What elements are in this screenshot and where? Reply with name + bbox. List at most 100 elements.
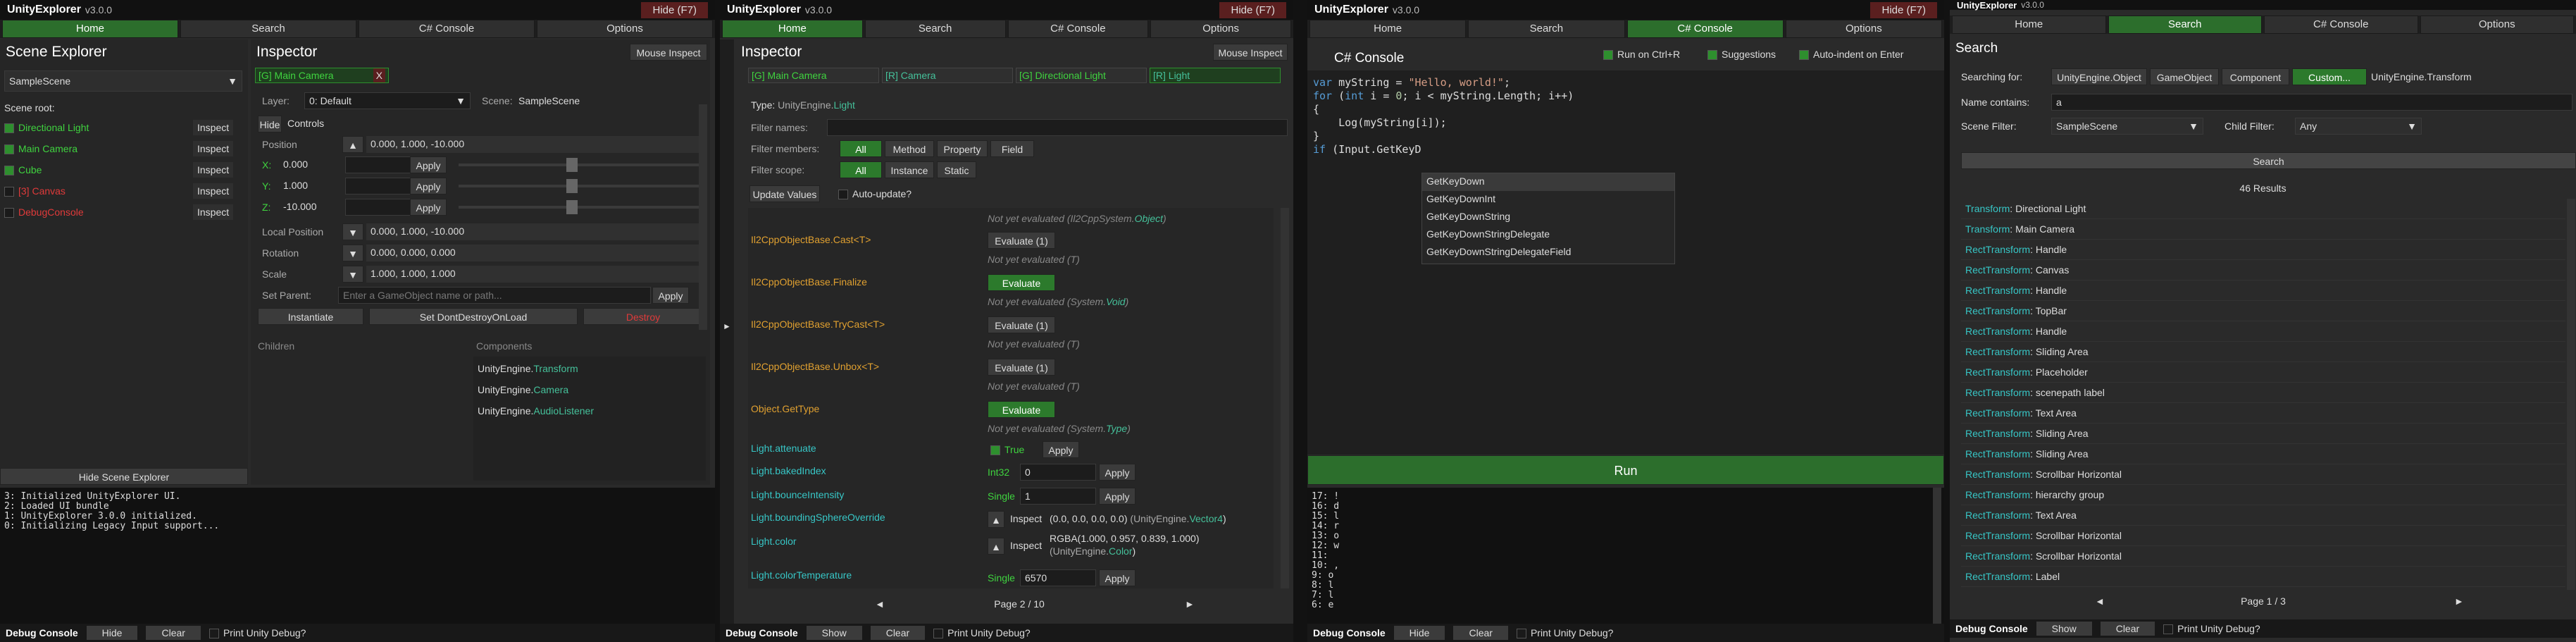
object-name[interactable]: DebugConsole: [18, 206, 84, 218]
tab-options[interactable]: Options: [2420, 16, 2574, 34]
list-item[interactable]: Directional Light Inspect: [4, 120, 244, 138]
tab-options[interactable]: Options: [537, 20, 713, 38]
apply-temp-button[interactable]: Apply: [1099, 569, 1135, 586]
member-property-button[interactable]: Property: [937, 140, 988, 157]
inspector-tab-active[interactable]: [R] Light: [1150, 68, 1281, 83]
y-slider-handle[interactable]: [566, 179, 578, 193]
active-checkbox[interactable]: [4, 166, 14, 176]
suggestion-item[interactable]: GetKeyDownStringDelegate: [1422, 226, 1674, 244]
tab-home[interactable]: Home: [2, 20, 178, 38]
custom-type-input[interactable]: UnityEngine.Transform: [2371, 69, 2472, 85]
tab-search[interactable]: Search: [2108, 16, 2262, 34]
hide-console-button[interactable]: Hide: [86, 626, 138, 640]
expand-scale-button[interactable]: ▼: [342, 266, 363, 283]
expand-scene-explorer-button[interactable]: ►: [720, 39, 734, 624]
expand-rotation-button[interactable]: ▼: [342, 245, 363, 261]
evaluate-cast-button[interactable]: Evaluate (1): [988, 232, 1055, 249]
print-unity-toggle[interactable]: Print Unity Debug?: [2163, 623, 2260, 635]
expand-position-button[interactable]: ▲: [342, 136, 363, 153]
y-slider[interactable]: [459, 185, 702, 187]
bounce-input[interactable]: 1: [1020, 488, 1096, 505]
apply-bounce-button[interactable]: Apply: [1099, 488, 1135, 505]
apply-z-button[interactable]: Apply: [410, 199, 447, 216]
attenuate-toggle[interactable]: True: [990, 442, 1024, 457]
scene-filter-dropdown[interactable]: SampleScene ▼: [2051, 118, 2203, 135]
prev-page-button[interactable]: ◄: [2095, 593, 2105, 609]
checkbox[interactable]: [838, 190, 848, 200]
object-name[interactable]: Cube: [18, 164, 42, 175]
hide-button[interactable]: Hide (F7): [1219, 1, 1286, 18]
inspect-button[interactable]: Inspect: [193, 162, 234, 178]
active-checkbox[interactable]: [4, 208, 14, 218]
tab-console[interactable]: C# Console: [359, 20, 535, 38]
name-input[interactable]: a: [2051, 94, 2572, 111]
checkbox[interactable]: [1799, 50, 1809, 61]
inspect-bounding-button[interactable]: Inspect: [1010, 511, 1042, 526]
print-unity-toggle[interactable]: Print Unity Debug?: [209, 627, 306, 639]
list-item[interactable]: RectTransform: Sliding Area: [1961, 424, 2565, 444]
auto-indent-toggle[interactable]: Auto-indent on Enter: [1799, 47, 1903, 62]
checkbox[interactable]: [1603, 50, 1613, 61]
tab-home[interactable]: Home: [1952, 16, 2106, 34]
inspect-button[interactable]: Inspect: [193, 141, 234, 156]
tab-console[interactable]: C# Console: [2264, 16, 2418, 34]
list-item[interactable]: RectTransform: Handle: [1961, 321, 2565, 342]
scope-instance-button[interactable]: Instance: [885, 161, 934, 178]
list-item[interactable]: RectTransform: Scrollbar Horizontal: [1961, 546, 2565, 567]
object-name[interactable]: Directional Light: [18, 122, 89, 133]
hide-scene-explorer-button[interactable]: Hide Scene Explorer: [0, 468, 248, 485]
tab-options[interactable]: Options: [1150, 20, 1291, 38]
member-method-button[interactable]: Method: [885, 140, 934, 157]
x-slider-handle[interactable]: [566, 158, 578, 172]
layer-dropdown[interactable]: 0: Default ▼: [304, 92, 471, 109]
hide-button[interactable]: Hide (F7): [1870, 1, 1937, 18]
apply-y-button[interactable]: Apply: [410, 178, 447, 195]
print-unity-toggle[interactable]: Print Unity Debug?: [933, 627, 1031, 639]
suggestion-item[interactable]: GetKeyDownStringDelegateField: [1422, 244, 1674, 261]
checkbox[interactable]: [1707, 50, 1717, 61]
inspector-scrollbar[interactable]: [699, 104, 707, 330]
inspect-color-button[interactable]: Inspect: [1010, 538, 1042, 553]
evaluate-unbox-button[interactable]: Evaluate (1): [988, 359, 1055, 376]
list-item[interactable]: UnityEngine.Camera: [478, 382, 568, 397]
log-scrollbar[interactable]: [1933, 488, 1941, 624]
tab-options[interactable]: Options: [1785, 20, 1942, 38]
dont-destroy-button[interactable]: Set DontDestroyOnLoad: [369, 308, 578, 325]
list-item[interactable]: Transform: Main Camera: [1961, 219, 2565, 240]
update-values-button[interactable]: Update Values: [749, 185, 820, 202]
search-button[interactable]: Search: [1961, 152, 2576, 169]
list-item[interactable]: RectTransform: Sliding Area: [1961, 444, 2565, 464]
apply-attenuate-button[interactable]: Apply: [1043, 441, 1079, 458]
mouse-inspect-button[interactable]: Mouse Inspect: [630, 44, 707, 61]
expand-color-button[interactable]: ▲: [988, 538, 1004, 555]
run-ctrl-toggle[interactable]: Run on Ctrl+R: [1603, 47, 1680, 62]
list-item[interactable]: UnityEngine.AudioListener: [478, 403, 594, 419]
destroy-button[interactable]: Destroy: [583, 308, 703, 325]
checkbox[interactable]: [2163, 624, 2174, 635]
instantiate-button[interactable]: Instantiate: [258, 308, 363, 325]
checkbox[interactable]: [209, 629, 219, 639]
checkbox[interactable]: [990, 445, 1000, 456]
expand-bounding-button[interactable]: ▲: [988, 511, 1004, 528]
list-item[interactable]: RectTransform: Text Area: [1961, 403, 2565, 424]
tab-home[interactable]: Home: [1309, 20, 1467, 38]
inspector-tab[interactable]: [G] Directional Light: [1016, 68, 1147, 83]
list-item[interactable]: RectTransform: Handle: [1961, 240, 2565, 260]
list-item[interactable]: DebugConsole Inspect: [4, 204, 244, 223]
suggestion-item[interactable]: GetKeyDown: [1422, 173, 1674, 191]
list-item[interactable]: RectTransform: Placeholder: [1961, 362, 2565, 383]
type-custom-button[interactable]: Custom...: [2292, 68, 2367, 85]
suggestion-item[interactable]: GetKeyDownInt: [1422, 191, 1674, 209]
inspect-button[interactable]: Inspect: [193, 183, 234, 199]
clear-console-button[interactable]: Clear: [1453, 626, 1508, 640]
tab-search[interactable]: Search: [180, 20, 356, 38]
active-checkbox[interactable]: [4, 187, 14, 197]
hide-console-button[interactable]: Hide: [1393, 626, 1445, 640]
type-gameobject-button[interactable]: GameObject: [2150, 68, 2219, 85]
code-editor[interactable]: var myString = "Hello, world!"; for (int…: [1307, 70, 1944, 455]
checkbox[interactable]: [933, 629, 944, 639]
evaluate-trycast-button[interactable]: Evaluate (1): [988, 316, 1055, 333]
filter-names-input[interactable]: [827, 119, 1288, 136]
suggestions-toggle[interactable]: Suggestions: [1707, 47, 1776, 62]
auto-update-toggle[interactable]: Auto-update?: [838, 186, 911, 202]
